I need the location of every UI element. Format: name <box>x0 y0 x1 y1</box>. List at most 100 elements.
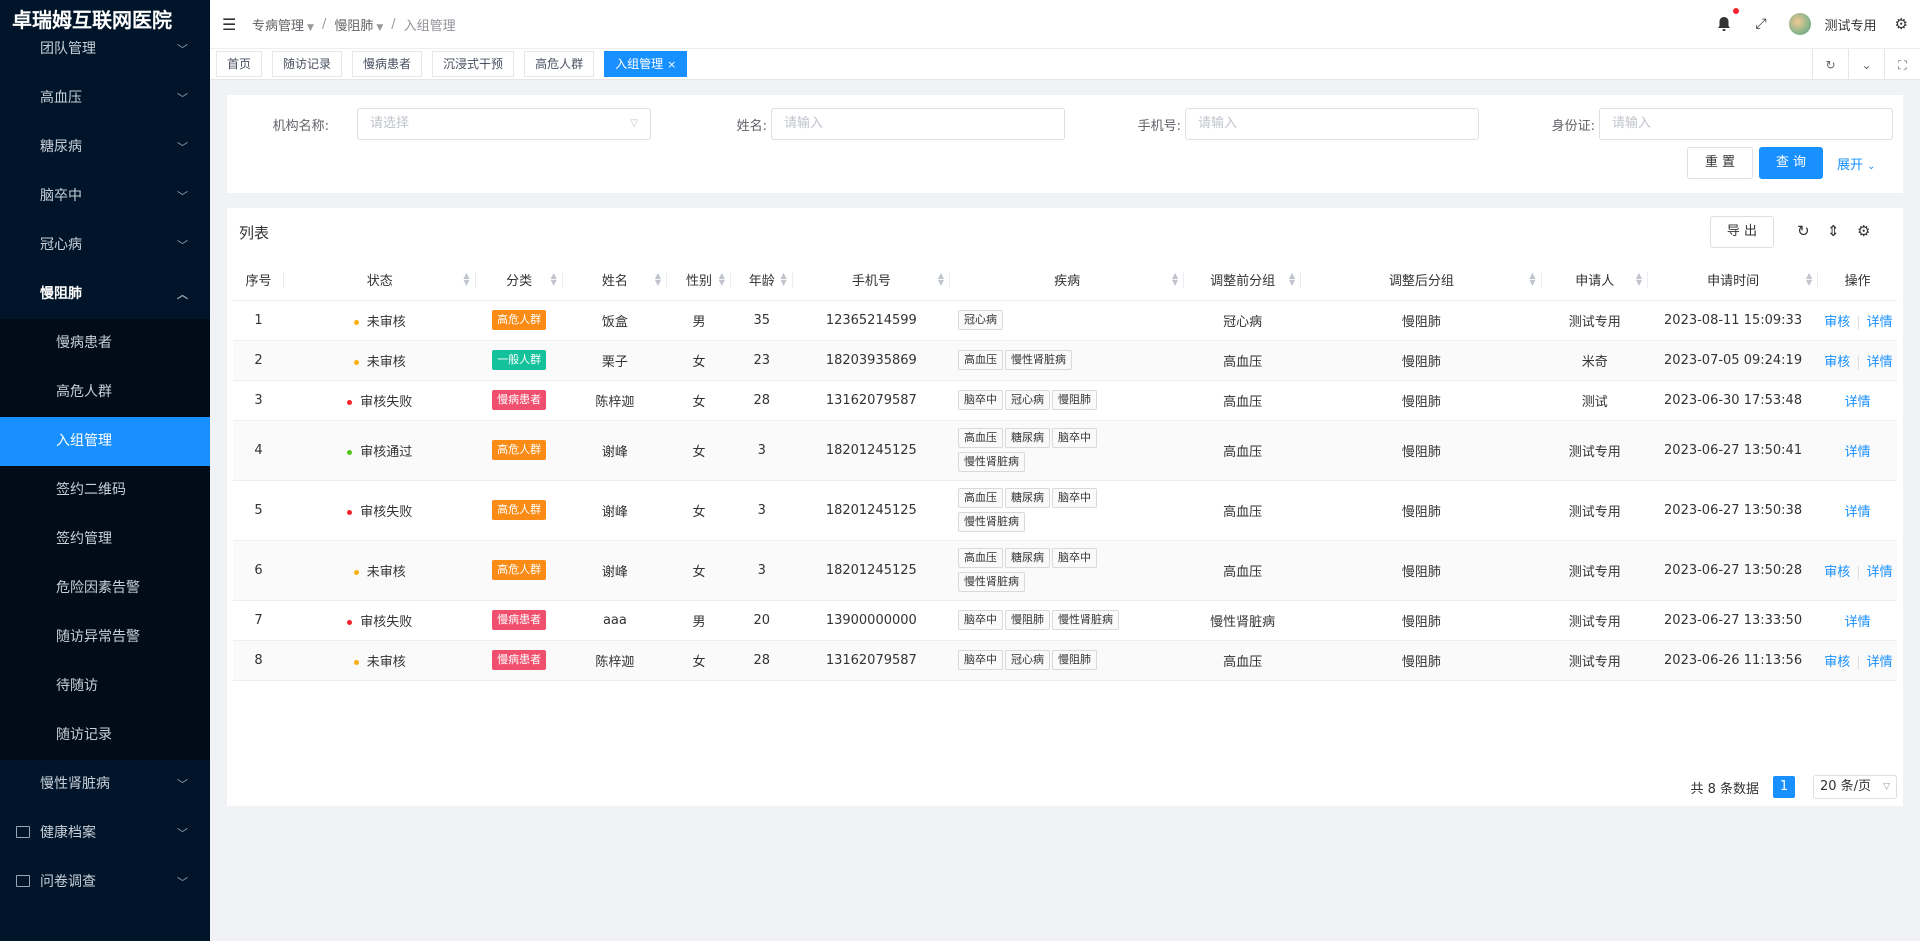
username[interactable]: 测试专用 <box>1825 15 1877 34</box>
table-row: 4 审核通过 高危人群 谢峰女 3 18201245125 高血压 糖尿病 脑卒中 慢性肾脏病 高血… <box>233 420 1897 481</box>
column-header[interactable]: 调整前分组 ▲ ▼ <box>1184 260 1302 301</box>
maximize-icon[interactable]: ⛶ <box>1884 49 1920 81</box>
fullscreen-icon[interactable]: ⤢ <box>1755 16 1766 32</box>
tab[interactable]: 首页 <box>216 51 263 77</box>
tab[interactable]: 慢病患者 <box>352 51 423 77</box>
phone: 18201245125 <box>792 540 951 601</box>
tab[interactable]: 沉浸式干预 <box>432 51 515 77</box>
sort-icon[interactable]: ▲ ▼ <box>655 272 661 287</box>
sidebar-item[interactable]: 高危人群 <box>0 368 210 417</box>
sidebar-item[interactable]: 待随访 <box>0 662 210 711</box>
category-cell: 高危人群 <box>475 480 563 541</box>
export-button[interactable]: 导 出 <box>1710 216 1774 248</box>
column-header[interactable]: 疾病 ▲ ▼ <box>950 260 1185 301</box>
sort-icon[interactable]: ▲ ▼ <box>463 272 469 287</box>
column-header[interactable]: 姓名 ▲ ▼ <box>562 260 668 301</box>
patient-name: 谢峰 <box>562 540 668 601</box>
name-input[interactable]: 请输入 <box>771 108 1065 140</box>
bell-icon[interactable] <box>1717 8 1740 32</box>
review-link[interactable]: 审核 <box>1824 565 1850 580</box>
column-header[interactable]: 性别 ▲ ▼ <box>667 260 731 301</box>
sort-icon[interactable]: ▲ ▼ <box>551 272 557 287</box>
sort-icon[interactable]: ▲ ▼ <box>719 272 725 287</box>
org-select[interactable]: 请选择 ▽ <box>357 108 651 140</box>
sort-icon[interactable]: ▲ ▼ <box>1806 272 1812 287</box>
detail-link[interactable]: 详情 <box>1845 615 1871 630</box>
age: 20 <box>730 600 793 641</box>
sidebar-item[interactable]: 问卷调查 ﹀ <box>0 858 210 907</box>
sidebar-item[interactable]: 危险因素告警 <box>0 564 210 613</box>
sort-icon[interactable]: ▲ ▼ <box>1529 272 1535 287</box>
tab[interactable]: 随访记录 <box>272 51 343 77</box>
review-link[interactable]: 审核 <box>1824 355 1850 370</box>
detail-link[interactable]: 详情 <box>1845 505 1871 520</box>
sidebar-item[interactable]: 慢病患者 <box>0 319 210 368</box>
column-header[interactable]: 申请时间 ▲ ▼ <box>1647 260 1819 301</box>
avatar[interactable] <box>1788 13 1811 35</box>
page-number[interactable]: 1 <box>1773 776 1795 798</box>
status-cell: 审核失败 <box>284 600 476 641</box>
disease-cell: 高血压 糖尿病 脑卒中 慢性肾脏病 <box>950 420 1185 481</box>
page-size-select[interactable]: 20 条/页 ▽ <box>1813 775 1897 799</box>
disease-tag: 高血压 <box>958 548 1004 568</box>
phone-input[interactable]: 请输入 <box>1185 108 1479 140</box>
disease-tag: 脑卒中 <box>958 390 1004 410</box>
sidebar-item[interactable]: 入组管理 <box>0 417 210 466</box>
detail-link[interactable]: 详情 <box>1867 565 1893 580</box>
tab[interactable]: 高危人群 <box>524 51 595 77</box>
sidebar-item[interactable]: 随访记录 <box>0 711 210 760</box>
id-card-input-placeholder: 请输入 <box>1612 116 1652 131</box>
sidebar-item[interactable]: 高血压 ﹀ <box>0 74 210 123</box>
column-header[interactable]: 手机号 ▲ ▼ <box>792 260 951 301</box>
sort-icon[interactable]: ▲ ▼ <box>780 272 786 287</box>
sidebar-item[interactable]: 慢阻肺 ︿ <box>0 270 210 319</box>
sort-icon[interactable]: ▲ ▼ <box>938 272 944 287</box>
disease-tag: 冠心病 <box>958 310 1004 330</box>
column-header[interactable]: 分类 ▲ ▼ <box>475 260 563 301</box>
chevron-down-icon[interactable]: ⌄ <box>1848 49 1884 81</box>
sidebar-item[interactable]: 冠心病 ﹀ <box>0 221 210 270</box>
detail-link[interactable]: 详情 <box>1845 395 1871 410</box>
status-dot <box>353 359 359 365</box>
column-height-icon[interactable]: ⇕ <box>1827 222 1857 240</box>
column-header[interactable]: 调整后分组 ▲ ▼ <box>1301 260 1542 301</box>
id-card-input[interactable]: 请输入 <box>1599 108 1893 140</box>
query-button[interactable]: 查 询 <box>1759 147 1823 179</box>
expand-link[interactable]: 展开 ⌄ <box>1837 154 1876 173</box>
sidebar-item[interactable]: 随访异常告警 <box>0 613 210 662</box>
review-link[interactable]: 审核 <box>1824 655 1850 670</box>
disease-tag: 慢阻肺 <box>1052 390 1098 410</box>
gear-icon[interactable]: ⚙ <box>1857 222 1887 240</box>
sort-icon[interactable]: ▲ ▼ <box>1172 272 1178 287</box>
sort-icon[interactable]: ▲ ▼ <box>1636 272 1642 287</box>
sidebar-item[interactable]: 团队管理 ﹀ <box>0 25 210 74</box>
detail-link[interactable]: 详情 <box>1867 355 1893 370</box>
sidebar-item[interactable]: 脑卒中 ﹀ <box>0 172 210 221</box>
detail-link[interactable]: 详情 <box>1867 655 1893 670</box>
column-header[interactable]: 年龄 ▲ ▼ <box>730 260 793 301</box>
phone: 18201245125 <box>792 480 951 541</box>
gear-icon[interactable]: ⚙ <box>1895 15 1908 33</box>
refresh-icon[interactable]: ↻ <box>1812 49 1848 81</box>
detail-link[interactable]: 详情 <box>1867 315 1893 330</box>
review-link[interactable]: 审核 <box>1824 315 1850 330</box>
sidebar-item[interactable]: 健康档案 ﹀ <box>0 809 210 858</box>
data-table: 序号 状态 ▲ ▼ 分类 ▲ ▼ 姓名 ▲ ▼ 性别 ▲ ▼ 年龄 ▲ ▼ 手机号 ▲ ▼ 疾病 ▲ ▼ 调整前分组 ▲ ▼ 调整… <box>233 260 1897 681</box>
sidebar-item[interactable]: 糖尿病 ﹀ <box>0 123 210 172</box>
detail-link[interactable]: 详情 <box>1845 445 1871 460</box>
menu-fold-icon[interactable]: ☰ <box>222 15 238 34</box>
sidebar-item[interactable]: 签约二维码 <box>0 466 210 515</box>
column-header[interactable]: 状态 ▲ ▼ <box>284 260 476 301</box>
reset-button[interactable]: 重 置 <box>1687 147 1753 179</box>
sort-icon[interactable]: ▲ ▼ <box>1289 272 1295 287</box>
breadcrumb-item[interactable]: 慢阻肺 ▼ <box>334 15 383 34</box>
column-header[interactable]: 申请人 ▲ ▼ <box>1541 260 1648 301</box>
sidebar-item[interactable]: 慢性肾脏病 ﹀ <box>0 760 210 809</box>
close-icon[interactable]: × <box>667 58 676 71</box>
sidebar-item[interactable]: 签约管理 <box>0 515 210 564</box>
tab[interactable]: 入组管理 × <box>604 51 688 77</box>
group-before: 高血压 <box>1184 340 1302 381</box>
refresh-icon[interactable]: ↻ <box>1797 222 1827 240</box>
apply-time: 2023-07-05 09:24:19 <box>1647 340 1819 381</box>
breadcrumb-item[interactable]: 专病管理 ▼ <box>252 15 314 34</box>
